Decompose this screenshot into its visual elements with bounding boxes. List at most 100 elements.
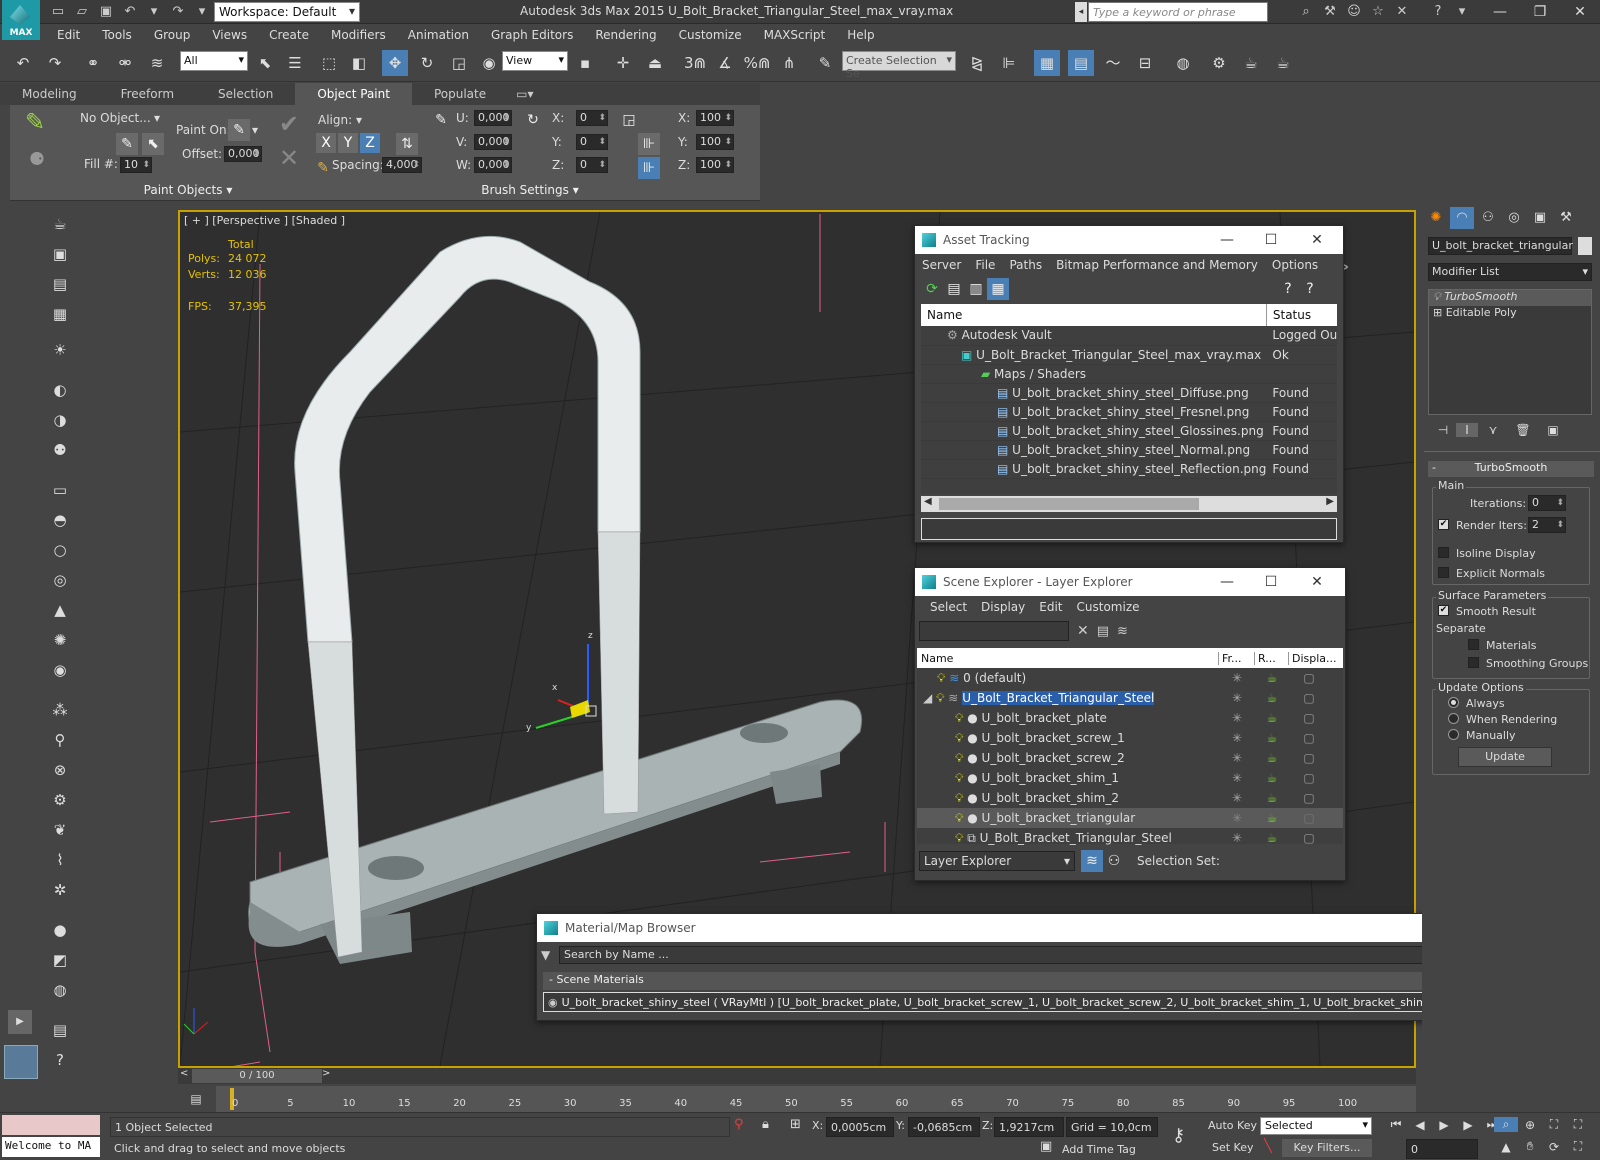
render-teapot-icon[interactable]: ☕ <box>1255 731 1289 745</box>
tab-freeform[interactable]: Freeform <box>99 83 196 105</box>
menu-rendering[interactable]: Rendering <box>584 24 667 46</box>
menu-create[interactable]: Create <box>258 24 320 46</box>
menu-animation[interactable]: Animation <box>397 24 480 46</box>
display-box-icon[interactable]: ▢ <box>1289 751 1329 765</box>
col-display-header[interactable]: Displa... <box>1289 652 1337 665</box>
undo-dropdown-icon[interactable]: ▾ <box>144 3 164 21</box>
absolute-mode-icon[interactable]: ⊞ <box>790 1117 801 1132</box>
rot-x-input[interactable]: 0 <box>576 110 608 126</box>
lock-scale-icon[interactable]: ⊪ <box>638 133 660 155</box>
undo-button[interactable]: ↶ <box>10 50 36 76</box>
light-bulb-icon[interactable]: 💡︎ <box>955 831 963 845</box>
torus-icon[interactable]: ◉ <box>48 658 72 682</box>
schematic-view-icon[interactable]: ⊟ <box>1132 50 1158 76</box>
viewport-layout-icon[interactable] <box>4 1045 38 1079</box>
next-frame-icon[interactable]: ▶︎ <box>1456 1118 1480 1132</box>
zoom-extents-icon[interactable]: ⛶ <box>1542 1117 1566 1132</box>
light-bulb-icon[interactable]: 💡︎ <box>955 811 963 825</box>
table-icon[interactable]: ▦ <box>48 302 72 326</box>
align-icon[interactable]: ⊫ <box>996 50 1022 76</box>
named-selection-set-select[interactable]: Create Selection Se <box>842 51 956 80</box>
pick-object-icon[interactable]: ✎ <box>116 133 138 155</box>
table-row[interactable]: ⚙ Autodesk Vault Logged Out . <box>921 326 1337 346</box>
time-next-icon[interactable]: > <box>322 1068 330 1079</box>
pin-stack-icon[interactable]: ⊣ <box>1430 423 1456 437</box>
favorites-star-icon[interactable]: ☆ <box>1368 3 1388 21</box>
explorer-mode-select[interactable]: Layer Explorer ▾ <box>919 851 1075 871</box>
reactor-icon[interactable]: ⊗ <box>48 758 72 782</box>
cancel-x-icon[interactable]: ✕ <box>278 146 300 170</box>
tab-populate[interactable]: Populate <box>412 83 508 105</box>
binoculars-icon[interactable]: ⌕ <box>1296 3 1316 21</box>
materials-checkbox[interactable] <box>1468 639 1479 650</box>
display-box-icon[interactable]: ▢ <box>1289 731 1329 745</box>
list-item[interactable]: 💡︎ ● U_bolt_bracket_triangular ✳ ☕ ▢ <box>917 808 1343 828</box>
render-image-icon[interactable]: ▣ <box>48 242 72 266</box>
asset-tracking-titlebar[interactable]: Asset Tracking — ☐ ✕ <box>915 226 1343 254</box>
menu-paths[interactable]: Paths <box>1002 254 1049 276</box>
render-teapot-icon[interactable]: ☕ <box>1255 791 1289 805</box>
camera-icon[interactable]: ◐ <box>48 378 72 402</box>
mini-curve-editor-icon[interactable]: ▤ <box>176 1086 216 1112</box>
show-end-result-icon[interactable]: I <box>1456 423 1478 437</box>
bind-space-warp-icon[interactable]: ≋ <box>144 50 170 76</box>
freeze-icon[interactable]: ✳ <box>1219 671 1255 685</box>
selection-filter-select[interactable]: All <box>180 51 248 71</box>
display-box-icon[interactable]: ▢ <box>1289 831 1329 845</box>
list-item[interactable]: 💡︎ ⧉ U_Bolt_Bracket_Triangular_Steel ✳ ☕ ▢ <box>917 828 1343 848</box>
scale-icon[interactable]: ◲ <box>618 109 640 131</box>
redo-button[interactable]: ↷ <box>42 50 68 76</box>
reference-coordinate-select[interactable]: View <box>502 51 568 71</box>
bone-icon[interactable]: ⚲ <box>48 728 72 752</box>
layer-stack-icon[interactable]: ≋ <box>1081 850 1103 872</box>
col-name-header[interactable]: Name <box>921 304 1267 326</box>
spacing-input[interactable]: 4,000 <box>382 157 422 173</box>
iterations-input[interactable]: 0 <box>1528 495 1566 511</box>
scene-explorer-titlebar[interactable]: Scene Explorer - Layer Explorer — ☐ ✕ <box>915 568 1345 596</box>
spinner-snap-icon[interactable]: ⋔ <box>776 50 802 76</box>
render-teapot-icon[interactable]: ☕ <box>1255 771 1289 785</box>
select-rotate-icon[interactable]: ↻ <box>414 50 440 76</box>
hierarchy-tab-icon[interactable]: ⚇ <box>1476 207 1500 229</box>
key-filters-button[interactable]: Key Filters... <box>1282 1139 1372 1157</box>
expand-plus-icon[interactable]: ⊞ <box>1433 306 1442 319</box>
user-icon[interactable]: ☺ <box>1344 3 1364 21</box>
remove-modifier-icon[interactable]: 🗑︎ <box>1508 423 1538 437</box>
asset-horizontal-scrollbar[interactable]: ◀ ▶ <box>921 496 1337 512</box>
refresh-icon[interactable]: ⟳ <box>921 278 943 300</box>
list-item[interactable]: 💡︎ ● U_bolt_bracket_shim_2 ✳ ☕ ▢ <box>917 788 1343 808</box>
stack-item-editable-poly[interactable]: ⊞ Editable Poly <box>1429 306 1591 322</box>
select-by-name-icon[interactable]: ☰ <box>282 50 308 76</box>
maximize-viewport-icon[interactable]: ⛶ <box>1566 1139 1590 1154</box>
ribbon-options-icon[interactable]: ▭▾ <box>508 83 541 105</box>
paint-objects-icon[interactable]: ⚈ <box>24 149 50 175</box>
unlink-icon[interactable]: ⚮ <box>112 50 138 76</box>
table-row[interactable]: ▤ U_bolt_bracket_shiny_steel_Diffuse.png… <box>921 383 1337 403</box>
light-bulb-icon[interactable]: 💡︎ <box>955 711 963 725</box>
edit-named-selection-icon[interactable]: ✎ <box>812 50 838 76</box>
modifier-list-select[interactable]: Modifier List ▾ <box>1428 263 1592 281</box>
axis-y-button[interactable]: Y <box>338 133 358 153</box>
asset-help-icon[interactable]: ? <box>1277 278 1299 300</box>
pick-list-icon[interactable]: ⬉ <box>142 133 164 155</box>
cone-icon[interactable]: ▲ <box>48 598 72 622</box>
object-color-swatch[interactable] <box>1578 237 1592 255</box>
find-icon[interactable]: ▤ <box>1097 624 1109 639</box>
update-button[interactable]: Update <box>1458 747 1552 767</box>
snaps-toggle-icon[interactable]: 3⋒ <box>678 50 712 76</box>
axis-z-button[interactable]: Z <box>360 133 380 153</box>
display-box-icon[interactable]: ▢ <box>1289 791 1329 805</box>
document-icon[interactable]: ▤ <box>48 1018 72 1042</box>
menu-server[interactable]: Server <box>915 254 968 276</box>
asset-info-icon[interactable]: ? <box>1299 278 1321 300</box>
manipulate-icon[interactable]: ✛ <box>610 50 636 76</box>
render-teapot-icon[interactable]: ☕ <box>1255 711 1289 725</box>
freeze-icon[interactable]: ✳ <box>1219 691 1255 705</box>
scene-materials-section[interactable]: - Scene Materials <box>543 972 1563 990</box>
table-row[interactable]: ▰ Maps / Shaders <box>921 364 1337 384</box>
place-icon[interactable]: ◉ <box>476 50 502 76</box>
time-tag-icon[interactable]: ▣ <box>1040 1139 1052 1154</box>
selection-lock-icon[interactable]: 🔒︎ <box>762 1117 769 1132</box>
list-icon[interactable]: ▤ <box>48 272 72 296</box>
light-bulb-icon[interactable]: 💡︎ <box>955 731 963 745</box>
